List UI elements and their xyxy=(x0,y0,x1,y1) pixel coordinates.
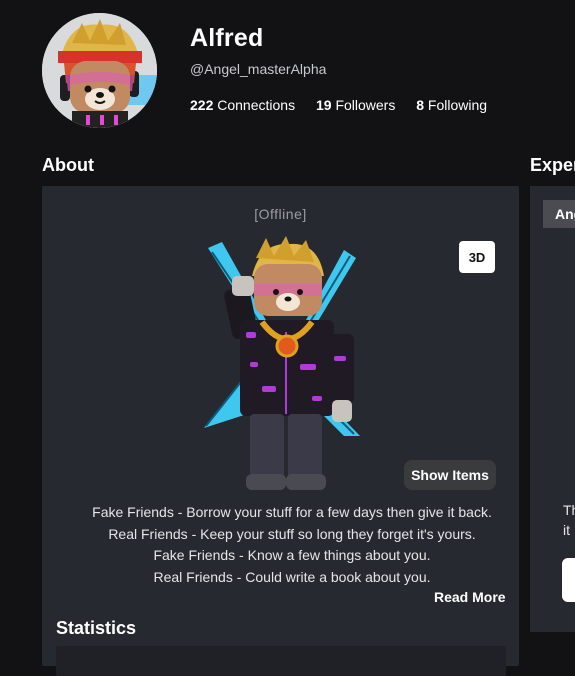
about-line: Real Friends - Could write a book about … xyxy=(153,568,431,585)
about-title: About xyxy=(42,155,94,175)
username: @Angel_masterAlpha xyxy=(190,61,327,77)
about-line: Fake Friends - Borrow your stuff for a f… xyxy=(92,504,492,520)
about-card: [Offline] 3D Show Items Fake Friends - B… xyxy=(42,186,519,676)
experience-play-button[interactable] xyxy=(562,558,575,602)
about-description: Fake Friends - Borrow your stuff for a f… xyxy=(42,502,542,588)
profile-avatar-headshot[interactable] xyxy=(42,13,157,128)
experience-tab[interactable]: Ang xyxy=(543,200,575,228)
experience-text-line: Th xyxy=(563,502,575,518)
statistics-title: Statistics xyxy=(56,618,137,638)
connections-link[interactable]: 222 Connections xyxy=(190,97,295,113)
followers-count: 19 xyxy=(315,97,332,113)
followers-label: Followers xyxy=(335,97,396,113)
profile-stats: 222 Connections 19 Followers 8 Following xyxy=(190,97,504,113)
connections-label: Connections xyxy=(217,97,296,113)
avatar-headshot-image xyxy=(42,13,157,128)
read-more-link[interactable]: Read More xyxy=(434,589,506,605)
about-line: Real Friends - Keep your stuff so long t… xyxy=(108,525,476,542)
followers-link[interactable]: 19 Followers xyxy=(316,97,395,113)
connections-count: 222 xyxy=(190,97,214,113)
show-items-button[interactable]: Show Items xyxy=(404,460,496,490)
following-link[interactable]: 8 Following xyxy=(416,97,487,113)
experience-description: Th it xyxy=(563,500,575,540)
statistics-panel xyxy=(56,646,506,676)
experience-text-line: it xyxy=(563,522,570,538)
display-name: Alfred xyxy=(190,24,264,52)
experiences-card: Ang Th it xyxy=(530,186,575,632)
avatar-3d-render[interactable] xyxy=(182,236,382,506)
following-count: 8 xyxy=(416,97,425,113)
following-label: Following xyxy=(427,97,488,113)
experiences-title: Exper xyxy=(530,155,575,175)
toggle-3d-button[interactable]: 3D xyxy=(459,241,495,273)
about-line: Fake Friends - Know a few things about y… xyxy=(153,547,431,563)
presence-status: [Offline] xyxy=(254,206,307,222)
